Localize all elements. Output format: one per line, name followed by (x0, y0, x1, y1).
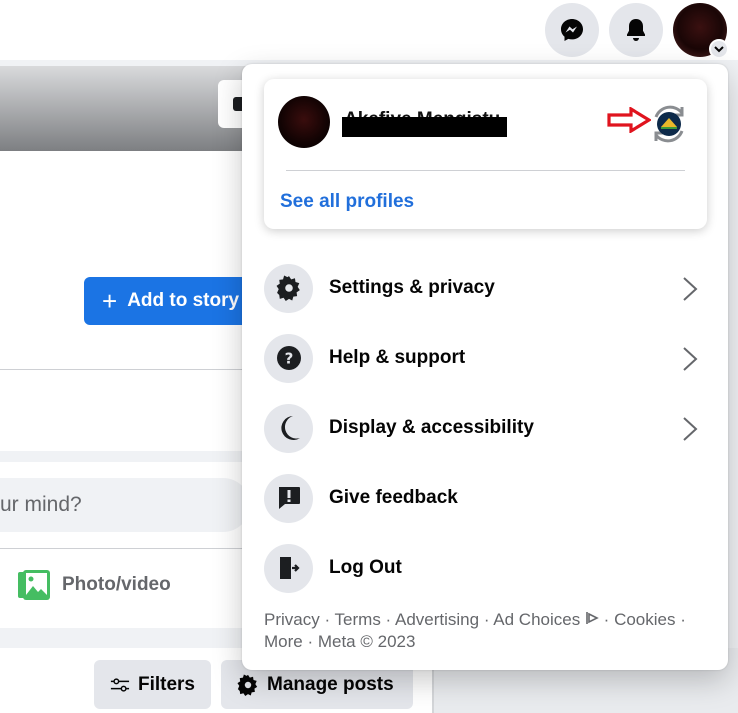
footer-link-terms[interactable]: Terms (335, 610, 381, 629)
divider (0, 548, 250, 549)
chevron-right-icon (683, 277, 698, 301)
help-icon-wrapper: ? (264, 333, 313, 383)
logout-icon (279, 557, 300, 579)
ad-choices-icon (586, 612, 599, 624)
divider (0, 369, 250, 370)
menu-item-settings-privacy[interactable]: Settings & privacy (256, 257, 716, 319)
footer-link-privacy[interactable]: Privacy (264, 610, 320, 629)
plus-icon: + (102, 286, 118, 316)
svg-text:?: ? (284, 350, 293, 368)
divider (286, 170, 685, 171)
account-menu-button[interactable] (673, 3, 729, 59)
annotation-arrow-icon (607, 107, 651, 133)
add-to-story-button[interactable]: + Add to story (84, 277, 259, 325)
feedback-icon (278, 487, 300, 509)
profile-card[interactable]: Akefiye Mengistu See all profiles (264, 79, 707, 229)
menu-item-give-feedback[interactable]: Give feedback (256, 467, 716, 529)
filters-icon (110, 677, 130, 692)
photo-icon (18, 570, 50, 600)
footer-link-advertising[interactable]: Advertising (395, 610, 479, 629)
gear-icon (276, 275, 300, 301)
footer-separator: · (675, 610, 691, 629)
menu-item-label: Settings & privacy (329, 277, 495, 298)
chevron-right-icon (683, 347, 698, 371)
notifications-button[interactable] (609, 3, 663, 57)
footer-copyright: Meta © 2023 (317, 632, 416, 651)
photo-video-label: Photo/video (62, 574, 171, 595)
add-to-story-label: Add to story (127, 290, 240, 311)
account-chevron (709, 39, 729, 59)
settings-icon-wrapper (264, 263, 313, 313)
filters-label: Filters (137, 673, 195, 695)
cover-photo (0, 66, 250, 151)
filters-button[interactable]: Filters (94, 660, 211, 709)
display-icon-wrapper (264, 403, 313, 453)
messenger-button[interactable] (545, 3, 599, 57)
moon-icon (280, 416, 300, 440)
menu-item-label: Log Out (329, 557, 402, 578)
footer-link-more[interactable]: More (264, 632, 303, 651)
menu-item-label: Give feedback (329, 487, 458, 508)
see-all-profiles-link[interactable]: See all profiles (280, 191, 414, 213)
footer-link-cookies[interactable]: Cookies (614, 610, 675, 629)
footer-separator: · (598, 610, 615, 629)
menu-footer: Privacy · Terms · Advertising · Ad Choic… (264, 609, 704, 653)
logout-icon-wrapper (264, 543, 313, 593)
menu-item-label: Help & support (329, 347, 466, 368)
composer-input[interactable]: ur mind? (0, 478, 250, 532)
menu-item-display-accessibility[interactable]: Display & accessibility (256, 397, 716, 459)
footer-link-ad-choices[interactable]: Ad Choices (493, 610, 599, 629)
footer-separator: · (479, 610, 494, 629)
menu-item-log-out[interactable]: Log Out (256, 537, 716, 599)
switch-profile-button[interactable] (648, 103, 690, 145)
switch-profile-icon (654, 105, 684, 143)
manage-posts-label: Manage posts (267, 673, 394, 695)
photo-video-button[interactable]: Photo/video (18, 570, 171, 600)
footer-link-ad-choices-label: Ad Choices (493, 610, 581, 629)
gear-icon (237, 673, 258, 696)
feedback-icon-wrapper (264, 473, 313, 523)
question-icon: ? (276, 346, 301, 370)
footer-separator: · (302, 632, 318, 651)
top-navigation-bar (0, 0, 738, 60)
profile-name-redacted (342, 117, 507, 137)
footer-separator: · (319, 610, 335, 629)
composer-placeholder: ur mind? (0, 493, 82, 516)
menu-item-help-support[interactable]: ? Help & support (256, 327, 716, 389)
footer-separator: · (380, 610, 395, 629)
chevron-right-icon (683, 417, 698, 441)
account-dropdown-menu: Akefiye Mengistu See all profiles (242, 64, 728, 670)
menu-item-label: Display & accessibility (329, 417, 534, 438)
chevron-down-icon (714, 46, 724, 53)
profile-avatar (278, 96, 330, 148)
messenger-icon (561, 19, 583, 41)
bell-icon (627, 19, 645, 41)
